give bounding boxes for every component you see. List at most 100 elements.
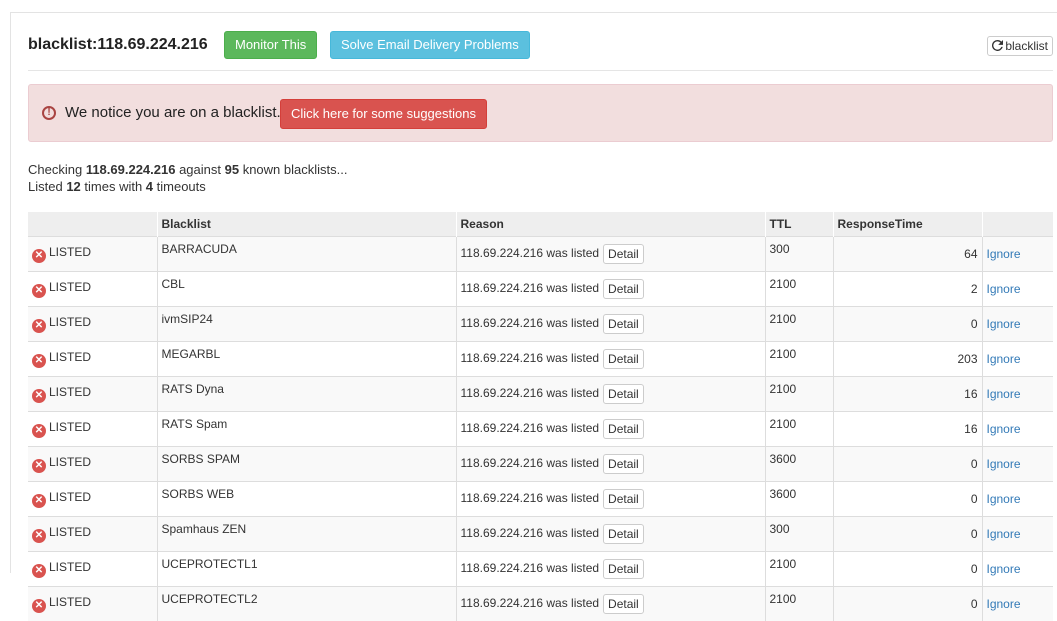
ignore-link[interactable]: Ignore [987,562,1021,576]
ttl-cell: 2100 [765,342,833,377]
reason-cell: 118.69.224.216 was listedDetail [456,517,765,552]
reason-cell: 118.69.224.216 was listedDetail [456,377,765,412]
blacklist-name: RATS Spam [157,412,456,447]
response-time-cell: 64 [833,237,982,272]
refresh-blacklist-button[interactable]: blacklist [987,36,1053,56]
reason-cell: 118.69.224.216 was listedDetail [456,342,765,377]
refresh-label: blacklist [1005,39,1048,53]
detail-button[interactable]: Detail [603,279,644,299]
detail-button[interactable]: Detail [603,419,644,439]
x-circle-icon: ✕ [32,354,46,368]
check-summary: Checking 118.69.224.216 against 95 known… [28,161,347,195]
reason-cell: 118.69.224.216 was listedDetail [456,482,765,517]
refresh-icon [992,40,1003,51]
reason-text: 118.69.224.216 was listed [461,456,600,470]
ignore-link[interactable]: Ignore [987,527,1021,541]
reason-cell: 118.69.224.216 was listedDetail [456,587,765,621]
status-label: LISTED [49,560,91,574]
reason-text: 118.69.224.216 was listed [461,421,600,435]
ttl-cell: 2100 [765,377,833,412]
ignore-link[interactable]: Ignore [987,387,1021,401]
action-cell: Ignore [982,237,1053,272]
ignore-link[interactable]: Ignore [987,317,1021,331]
detail-button[interactable]: Detail [603,524,644,544]
suggestions-button[interactable]: Click here for some suggestions [280,99,487,129]
response-time-cell: 16 [833,377,982,412]
table-row: ✕LISTEDMEGARBL118.69.224.216 was listedD… [28,342,1053,377]
ttl-cell: 2100 [765,272,833,307]
response-time-cell: 2 [833,272,982,307]
header-reason: Reason [456,212,765,237]
detail-button[interactable]: Detail [603,244,644,264]
reason-text: 118.69.224.216 was listed [461,596,600,610]
table-row: ✕LISTEDUCEPROTECTL2118.69.224.216 was li… [28,587,1053,621]
ignore-link[interactable]: Ignore [987,597,1021,611]
reason-cell: 118.69.224.216 was listedDetail [456,412,765,447]
action-cell: Ignore [982,482,1053,517]
x-circle-icon: ✕ [32,564,46,578]
reason-text: 118.69.224.216 was listed [461,281,600,295]
reason-cell: 118.69.224.216 was listedDetail [456,272,765,307]
action-cell: Ignore [982,342,1053,377]
table-row: ✕LISTEDSpamhaus ZEN118.69.224.216 was li… [28,517,1053,552]
blacklist-alert: ! We notice you are on a blacklist. Clic… [28,84,1053,142]
reason-cell: 118.69.224.216 was listedDetail [456,307,765,342]
x-circle-icon: ✕ [32,494,46,508]
blacklist-name: SORBS SPAM [157,447,456,482]
alert-text: We notice you are on a blacklist. [65,104,281,121]
x-circle-icon: ✕ [32,284,46,298]
ignore-link[interactable]: Ignore [987,457,1021,471]
header-action [982,212,1053,237]
table-header-row: Blacklist Reason TTL ResponseTime [28,212,1053,237]
table-row: ✕LISTEDCBL118.69.224.216 was listedDetai… [28,272,1053,307]
header-ttl: TTL [765,212,833,237]
reason-text: 118.69.224.216 was listed [461,386,600,400]
ignore-link[interactable]: Ignore [987,247,1021,261]
status-cell: ✕LISTED [28,517,157,552]
page-header: blacklist:118.69.224.216 Monitor This So… [28,31,1053,71]
reason-text: 118.69.224.216 was listed [461,526,600,540]
table-row: ✕LISTEDRATS Spam118.69.224.216 was liste… [28,412,1053,447]
ttl-cell: 2100 [765,587,833,621]
action-cell: Ignore [982,412,1053,447]
detail-button[interactable]: Detail [603,559,644,579]
status-cell: ✕LISTED [28,482,157,517]
reason-cell: 118.69.224.216 was listedDetail [456,237,765,272]
ttl-cell: 2100 [765,412,833,447]
detail-button[interactable]: Detail [603,489,644,509]
status-cell: ✕LISTED [28,587,157,621]
summary-line-2: Listed 12 times with 4 timeouts [28,178,347,195]
ignore-link[interactable]: Ignore [987,422,1021,436]
blacklist-name: RATS Dyna [157,377,456,412]
ttl-cell: 2100 [765,307,833,342]
solve-email-problems-button[interactable]: Solve Email Delivery Problems [330,31,530,59]
status-label: LISTED [49,595,91,609]
table-row: ✕LISTEDBARRACUDA118.69.224.216 was liste… [28,237,1053,272]
status-label: LISTED [49,245,91,259]
detail-button[interactable]: Detail [603,349,644,369]
status-cell: ✕LISTED [28,237,157,272]
response-time-cell: 0 [833,307,982,342]
monitor-button[interactable]: Monitor This [224,31,317,59]
blacklist-name: ivmSIP24 [157,307,456,342]
summary-count: 95 [225,162,239,177]
table-row: ✕LISTEDSORBS SPAM118.69.224.216 was list… [28,447,1053,482]
action-cell: Ignore [982,307,1053,342]
ignore-link[interactable]: Ignore [987,282,1021,296]
ignore-link[interactable]: Ignore [987,492,1021,506]
header-blacklist: Blacklist [157,212,456,237]
x-circle-icon: ✕ [32,529,46,543]
blacklist-name: Spamhaus ZEN [157,517,456,552]
response-time-cell: 0 [833,587,982,621]
ignore-link[interactable]: Ignore [987,352,1021,366]
page-title: blacklist:118.69.224.216 [28,36,208,54]
status-cell: ✕LISTED [28,272,157,307]
detail-button[interactable]: Detail [603,314,644,334]
status-label: LISTED [49,420,91,434]
x-circle-icon: ✕ [32,389,46,403]
detail-button[interactable]: Detail [603,594,644,614]
status-label: LISTED [49,455,91,469]
detail-button[interactable]: Detail [603,454,644,474]
detail-button[interactable]: Detail [603,384,644,404]
reason-text: 118.69.224.216 was listed [461,561,600,575]
